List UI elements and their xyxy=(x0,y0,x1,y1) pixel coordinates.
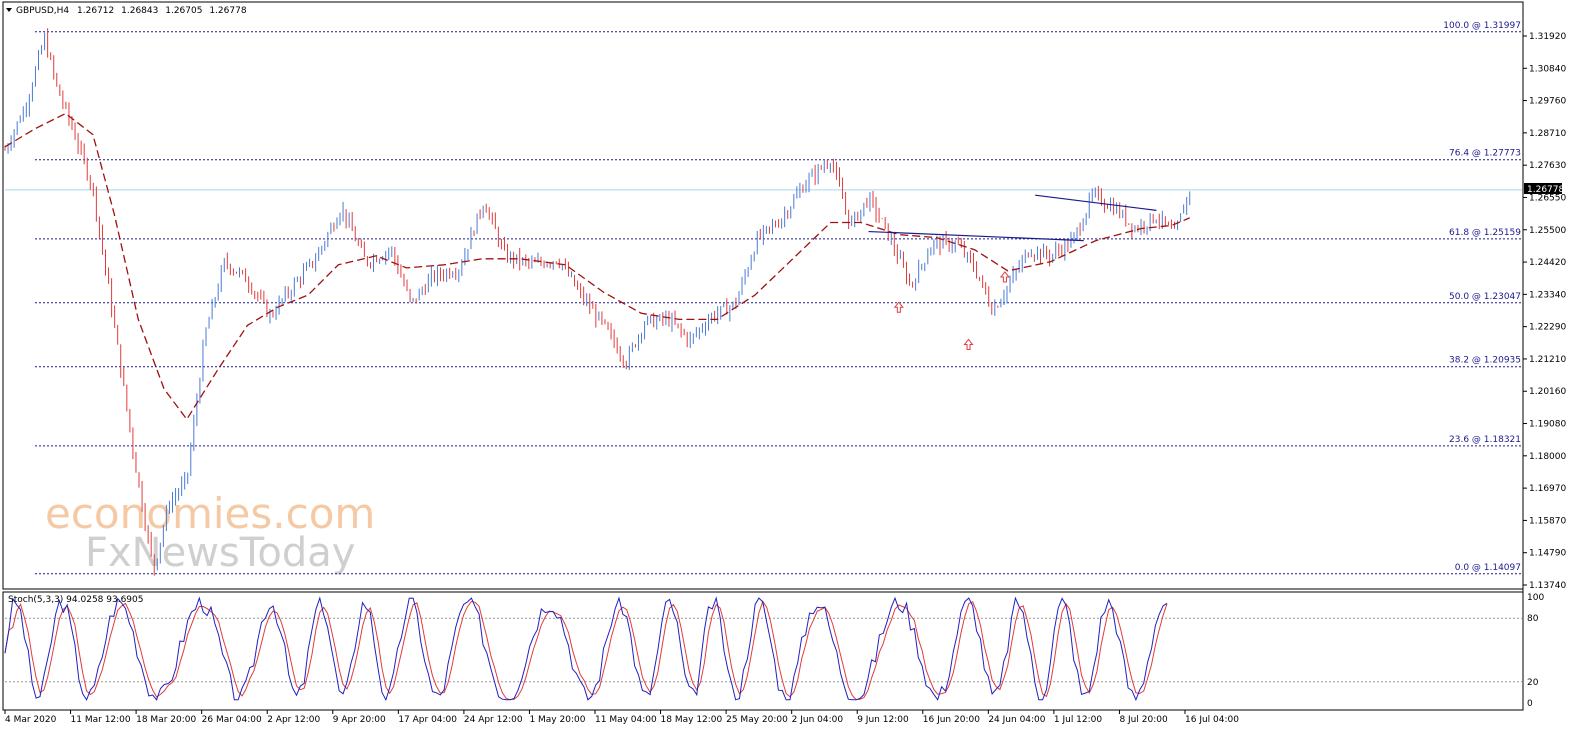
dropdown-arrow-icon[interactable] xyxy=(6,8,12,12)
x-tick-label: 17 Apr 04:00 xyxy=(398,715,457,725)
y-tick-label: 1.16970 xyxy=(1529,484,1566,494)
low-value: 1.26705 xyxy=(165,6,202,16)
x-tick-label: 16 Jul 04:00 xyxy=(1185,715,1239,725)
y-tick-label: 1.18000 xyxy=(1529,452,1566,462)
stoch-tick-label: 20 xyxy=(1527,678,1539,688)
stoch-signal-line xyxy=(4,600,1168,701)
x-tick-label: 18 Mar 20:00 xyxy=(136,715,196,725)
stochastic-oscillator: 100 80 20 0 xyxy=(4,593,1544,709)
y-tick-label: 1.13740 xyxy=(1529,581,1566,591)
svg-text:GBPUSD,H4 1.26712: GBPUSD,H4 1.26712 1.26843 1.26705 1.2677… xyxy=(16,6,247,16)
chart-header: GBPUSD,H4 1.26712 1.26843 1.26705 1.2677… xyxy=(6,6,247,16)
up-arrow-icon xyxy=(999,271,1010,283)
x-tick-label: 4 Mar 2020 xyxy=(5,715,57,725)
y-tick-label: 1.15870 xyxy=(1529,516,1566,526)
x-tick-label: 26 Mar 04:00 xyxy=(202,715,262,725)
y-tick-label: 1.23340 xyxy=(1529,290,1566,300)
fib-label: 38.2 @ 1.20935 xyxy=(1449,356,1521,366)
up-arrow-icon xyxy=(963,338,974,350)
y-tick-label: 1.22290 xyxy=(1529,323,1566,333)
y-tick-label: 1.21210 xyxy=(1529,355,1566,365)
x-tick-label: 24 Jun 04:00 xyxy=(988,715,1045,725)
fib-label: 61.8 @ 1.25159 xyxy=(1449,228,1521,238)
trading-chart: economies.com FxNewsToday 100.0 @ 1.3199… xyxy=(2,1,1566,725)
y-tick-label: 1.25500 xyxy=(1529,226,1566,236)
y-tick-label: 1.30840 xyxy=(1529,64,1566,74)
watermark-line2: FxNewsToday xyxy=(85,530,355,576)
y-tick-label: 1.31920 xyxy=(1529,32,1566,42)
x-tick-label: 9 Apr 20:00 xyxy=(333,715,386,725)
fib-label: 50.0 @ 1.23047 xyxy=(1449,292,1521,302)
stoch-title: Stoch(5,3,3) 94.0258 93.6905 xyxy=(8,595,143,605)
fib-label: 23.6 @ 1.18321 xyxy=(1449,435,1521,445)
fib-label: 76.4 @ 1.27773 xyxy=(1449,149,1521,159)
y-tick-label: 1.28710 xyxy=(1529,129,1566,139)
x-tick-label: 18 May 12:00 xyxy=(661,715,723,725)
stoch-tick-label: 80 xyxy=(1527,614,1539,624)
stoch-panel-frame xyxy=(2,591,1524,711)
open-value: 1.26712 xyxy=(77,6,114,16)
x-tick-label: 11 Mar 12:00 xyxy=(71,715,131,725)
stoch-tick-label: 100 xyxy=(1527,593,1544,603)
current-price-label: 1.26778 xyxy=(1527,185,1564,195)
x-tick-label: 1 Jul 12:00 xyxy=(1054,715,1103,725)
x-tick-label: 1 May 20:00 xyxy=(529,715,585,725)
x-tick-label: 16 Jun 20:00 xyxy=(923,715,980,725)
close-value: 1.26778 xyxy=(209,6,246,16)
x-tick-label: 9 Jun 12:00 xyxy=(857,715,909,725)
y-tick-label: 1.19080 xyxy=(1529,420,1566,430)
x-tick-label: 2 Apr 12:00 xyxy=(267,715,320,725)
x-tick-label: 11 May 04:00 xyxy=(595,715,657,725)
y-tick-label: 1.29760 xyxy=(1529,97,1566,107)
x-tick-label: 24 Apr 12:00 xyxy=(464,715,523,725)
x-tick-label: 8 Jul 20:00 xyxy=(1119,715,1168,725)
x-tick-label: 25 May 20:00 xyxy=(726,715,788,725)
annotations xyxy=(868,194,1157,350)
x-tick-label: 2 Jun 04:00 xyxy=(792,715,844,725)
y-tick-label: 1.27630 xyxy=(1529,161,1566,171)
up-arrow-icon xyxy=(893,301,904,313)
high-value: 1.26843 xyxy=(121,6,158,16)
stoch-tick-label: 0 xyxy=(1527,699,1533,709)
fib-label: 100.0 @ 1.31997 xyxy=(1443,21,1521,31)
y-tick-label: 1.24420 xyxy=(1529,258,1566,268)
price-axis: 1.319201.308401.297601.287101.276301.265… xyxy=(1523,32,1566,591)
fib-label: 0.0 @ 1.14097 xyxy=(1455,563,1521,573)
y-tick-label: 1.14790 xyxy=(1529,549,1566,559)
symbol-label: GBPUSD,H4 xyxy=(16,6,69,16)
y-tick-label: 1.20160 xyxy=(1529,387,1566,397)
time-axis: 4 Mar 2020 11 Mar 12:00 18 Mar 20:00 26 Mar… xyxy=(4,710,1239,725)
